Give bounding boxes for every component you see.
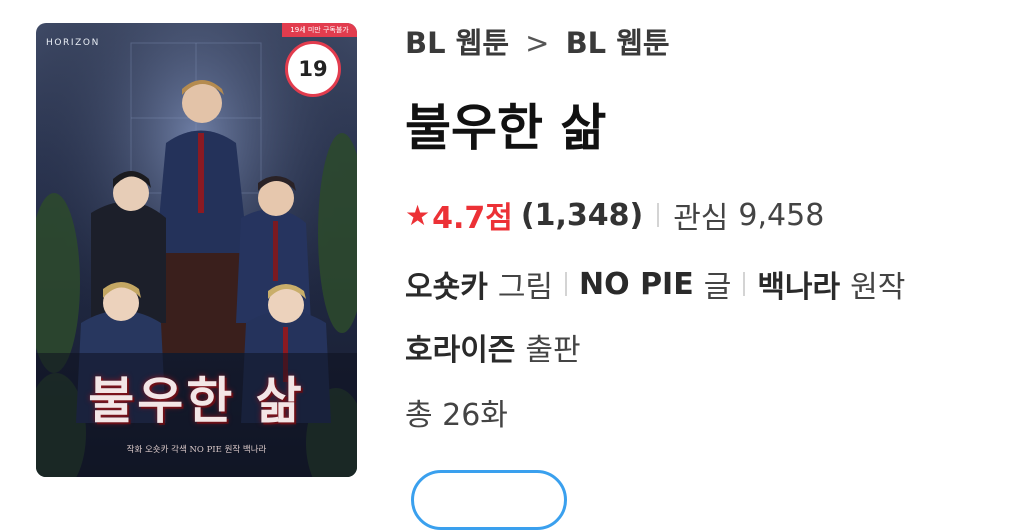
divider xyxy=(565,272,568,296)
divider xyxy=(743,272,746,296)
publisher-logo: HORIZON xyxy=(46,38,100,48)
writer-name[interactable]: NO PIE xyxy=(579,267,694,302)
rating-count: (1,348) xyxy=(520,197,644,233)
cover-title-art: 불우한 삶 xyxy=(88,371,305,430)
original-author-role: 원작 xyxy=(850,270,906,305)
age-restriction-strip: 19세 미만 구독불가 xyxy=(282,23,357,37)
cover-credit: 작화 오숏카 각색 NO PIE 원작 백나라 xyxy=(126,445,267,455)
divider xyxy=(657,203,660,227)
writer-role: 글 xyxy=(703,270,732,305)
chevron-right-icon: > xyxy=(525,26,550,60)
breadcrumb-item-genre[interactable]: BL 웹툰 xyxy=(405,26,509,60)
action-button[interactable] xyxy=(411,470,567,530)
credits-row: 오숏카 그림 NO PIE 글 백나라 원작 xyxy=(405,262,905,306)
publisher-row: 호라이즌 출판 xyxy=(405,325,581,369)
interest-label: 관심 xyxy=(673,201,729,236)
artist-role: 그림 xyxy=(497,270,554,305)
breadcrumb-item-subgenre[interactable]: BL 웹툰 xyxy=(566,26,670,60)
cover-image[interactable]: HORIZON 19세 미만 구독불가 19 불우한 삶 작화 오숏카 각색 N… xyxy=(36,23,357,477)
interest-count: 9,458 xyxy=(738,197,825,233)
rating-score: 4.7점 xyxy=(432,201,513,236)
rating-row: ★ 4.7점 (1,348) 관심 9,458 xyxy=(405,193,824,237)
page-title: 불우한 삶 xyxy=(405,99,607,157)
artist-name[interactable]: 오숏카 xyxy=(405,262,488,306)
breadcrumb: BL 웹툰 > BL 웹툰 xyxy=(405,20,670,62)
original-author-name[interactable]: 백나라 xyxy=(757,262,840,306)
publisher-role: 출판 xyxy=(525,333,581,368)
star-icon: ★ xyxy=(405,198,431,232)
age-rating-badge: 19 xyxy=(285,41,341,97)
episode-count: 총 26화 xyxy=(405,398,508,433)
publisher-name[interactable]: 호라이즌 xyxy=(405,325,515,369)
